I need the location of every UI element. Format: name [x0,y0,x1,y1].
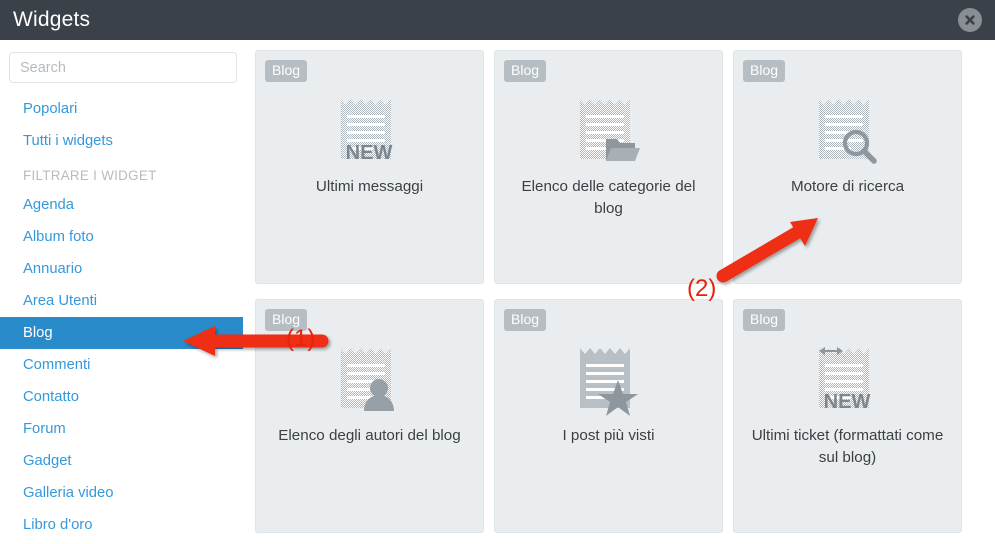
card-label: Motore di ricerca [790,178,905,195]
close-icon[interactable] [958,8,982,32]
card-elenco-autori[interactable]: Blog Elenco degli autori del blog [255,299,484,533]
sidebar-item-forum[interactable]: Forum [0,413,243,445]
card-body: Motore di ricerca [734,89,961,198]
sidebar-item-blog[interactable]: Blog [0,317,243,349]
notepad-folder-icon [572,89,646,167]
notepad-search-icon [811,89,885,167]
card-ultimi-messaggi[interactable]: Blog NEW Ultimi messaggi [255,50,484,284]
sidebar-item-popolari[interactable]: Popolari [0,93,243,125]
sidebar-item-commenti[interactable]: Commenti [0,349,243,381]
sidebar-item-album-foto[interactable]: Album foto [0,221,243,253]
card-label: Elenco degli autori del blog [278,427,461,444]
sidebar-item-agenda[interactable]: Agenda [0,189,243,221]
notepad-star-icon [572,338,646,416]
card-body: Elenco delle categorie del blog [495,89,722,220]
notepad-new-icon: NEW [333,89,407,167]
card-body: NEW Ultimi ticket (formattati come sul b… [734,338,961,469]
page-title: Widgets [13,8,91,31]
svg-text:NEW: NEW [823,391,870,413]
sidebar-item-contatto[interactable]: Contatto [0,381,243,413]
widgets-dialog: Widgets Popolari Tutti i widgets FILTRAR… [0,0,995,544]
sidebar-item-area-utenti[interactable]: Area Utenti [0,285,243,317]
widget-grid: Blog NEW Ultimi messaggi Blog Elenco del… [255,45,995,543]
card-label: Ultimi messaggi [315,178,424,195]
status-badge: Blog [743,309,786,331]
notepad-user-icon [333,338,407,416]
sidebar-section-title: FILTRARE I WIDGET [23,168,157,183]
search-input[interactable] [9,52,237,83]
search-container [0,40,243,83]
sidebar-item-tutti-i-widgets[interactable]: Tutti i widgets [0,125,243,157]
sidebar-item-galleria-video[interactable]: Galleria video [0,477,243,509]
sidebar: Popolari Tutti i widgets FILTRARE I WIDG… [0,40,243,544]
status-badge: Blog [743,60,786,82]
widget-grid-area: Blog NEW Ultimi messaggi Blog Elenco del… [243,40,995,544]
status-badge: Blog [504,60,547,82]
svg-text:NEW: NEW [345,142,392,164]
card-motore-di-ricerca[interactable]: Blog Motore di ricerca [733,50,962,284]
card-elenco-categorie[interactable]: Blog Elenco delle categorie del blog [494,50,723,284]
card-body: Elenco degli autori del blog [256,338,483,447]
card-label: Elenco delle categorie del blog [521,178,696,217]
sidebar-item-libro-doro[interactable]: Libro d'oro [0,509,243,541]
sidebar-nav: Popolari Tutti i widgets FILTRARE I WIDG… [0,93,243,541]
status-badge: Blog [504,309,547,331]
card-post-piu-visti[interactable]: Blog I post più visti [494,299,723,533]
card-body: NEW Ultimi messaggi [256,89,483,198]
card-ultimi-ticket[interactable]: Blog NEW Ultimi ticket (formattati come … [733,299,962,533]
card-body: I post più visti [495,338,722,447]
card-label: I post più visti [562,427,655,444]
status-badge: Blog [265,60,308,82]
sidebar-item-annuario[interactable]: Annuario [0,253,243,285]
sidebar-item-gadget[interactable]: Gadget [0,445,243,477]
status-badge: Blog [265,309,308,331]
dialog-titlebar: Widgets [0,0,995,40]
card-label: Ultimi ticket (formattati come sul blog) [751,427,944,466]
notepad-arrows-new-icon: NEW [811,338,885,416]
